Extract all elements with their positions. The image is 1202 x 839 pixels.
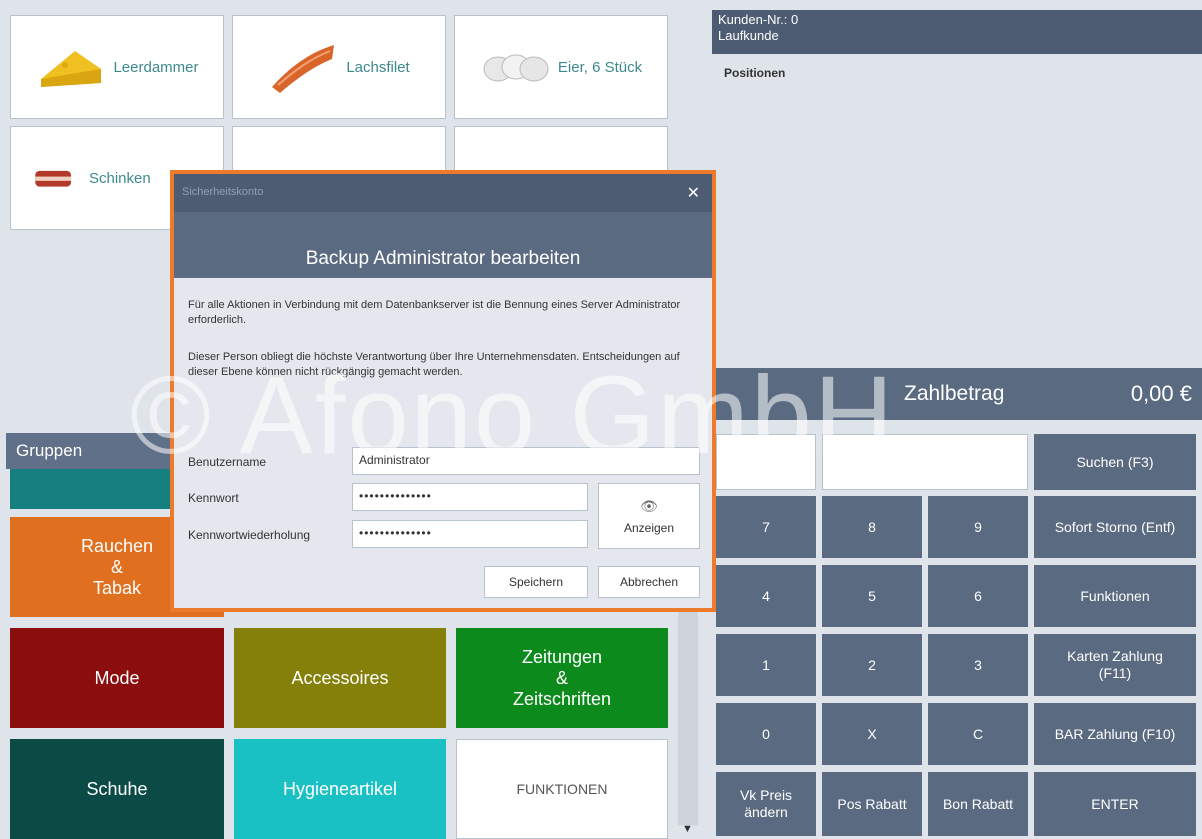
card-payment-button[interactable]: Karten Zahlung (F11) xyxy=(1034,634,1196,696)
key-3[interactable]: 3 xyxy=(928,634,1028,696)
key-x[interactable]: X xyxy=(822,703,922,765)
cash-payment-button[interactable]: BAR Zahlung (F10) xyxy=(1034,703,1196,765)
search-button[interactable]: Suchen (F3) xyxy=(1034,434,1196,490)
storno-button[interactable]: Sofort Storno (Entf) xyxy=(1034,496,1196,558)
show-password-button[interactable]: 👁 Anzeigen xyxy=(598,483,700,549)
product-tile-leerdammer[interactable]: Leerdammer xyxy=(10,15,224,119)
save-button[interactable]: Speichern xyxy=(484,566,588,598)
key-0[interactable]: 0 xyxy=(716,703,816,765)
cancel-button[interactable]: Abbrechen xyxy=(598,566,700,598)
key-5[interactable]: 5 xyxy=(822,565,922,627)
group-tile-funktionen[interactable]: FUNKTIONEN xyxy=(456,739,668,839)
pos-discount-button[interactable]: Pos Rabatt xyxy=(822,772,922,836)
cheese-icon xyxy=(41,51,102,87)
product-tile-lachsfilet[interactable]: Lachsfilet xyxy=(232,15,446,119)
group-tile-hygieneartikel[interactable]: Hygieneartikel xyxy=(234,739,446,839)
payment-amount: 0,00 € xyxy=(1130,381,1192,406)
dialog-heading: Backup Administrator bearbeiten xyxy=(174,212,712,278)
key-4[interactable]: 4 xyxy=(716,565,816,627)
password-repeat-label: Kennwortwiederholung xyxy=(188,528,311,542)
group-tile-schuhe[interactable]: Schuhe xyxy=(10,739,224,839)
key-9[interactable]: 9 xyxy=(928,496,1028,558)
eggs-icon xyxy=(483,54,549,82)
payment-label: Zahlbetrag xyxy=(904,382,1005,405)
show-password-label: Anzeigen xyxy=(623,520,675,535)
product-label: Lachsfilet xyxy=(346,58,410,76)
username-label: Benutzername xyxy=(188,455,267,469)
ham-icon xyxy=(35,170,71,187)
product-label: Eier, 6 Stück xyxy=(557,58,643,76)
enter-button[interactable]: ENTER xyxy=(1034,772,1196,836)
password-repeat-field[interactable]: •••••••••••••• xyxy=(352,520,588,548)
positions-title: Positionen xyxy=(724,66,786,80)
salmon-icon xyxy=(272,45,335,93)
positions-list[interactable]: Positionen xyxy=(712,56,1202,366)
key-7[interactable]: 7 xyxy=(716,496,816,558)
key-c[interactable]: C xyxy=(928,703,1028,765)
username-field[interactable]: Administrator xyxy=(352,447,700,475)
dialog-info-text-1: Für alle Aktionen in Verbindung mit dem … xyxy=(188,299,681,326)
dialog-info-text-2: Dieser Person obliegt die höchste Verant… xyxy=(188,351,680,378)
product-label: Leerdammer xyxy=(113,58,199,76)
key-1[interactable]: 1 xyxy=(716,634,816,696)
search-input[interactable] xyxy=(822,434,1028,490)
password-field[interactable]: •••••••••••••• xyxy=(352,483,588,511)
dialog-title: Sicherheitskonto xyxy=(182,186,264,198)
quantity-field[interactable] xyxy=(716,434,816,490)
customer-number: Kunden-Nr.: 0 xyxy=(718,12,799,27)
password-label: Kennwort xyxy=(188,491,239,505)
customer-header[interactable]: Kunden-Nr.: 0 Laufkunde xyxy=(712,10,1202,54)
customer-name: Laufkunde xyxy=(718,28,779,43)
scroll-down-icon[interactable]: ▼ xyxy=(682,823,693,835)
functions-button[interactable]: Funktionen xyxy=(1034,565,1196,627)
security-account-dialog: Sicherheitskonto ✕ Backup Administrator … xyxy=(170,170,716,612)
dialog-titlebar: Sicherheitskonto ✕ xyxy=(174,174,712,212)
key-2[interactable]: 2 xyxy=(822,634,922,696)
product-label: Schinken xyxy=(89,169,151,187)
bon-discount-button[interactable]: Bon Rabatt xyxy=(928,772,1028,836)
vk-price-button[interactable]: Vk Preis ändern xyxy=(716,772,816,836)
product-tile-eier[interactable]: Eier, 6 Stück xyxy=(454,15,668,119)
payment-bar: Zahlbetrag 0,00 € xyxy=(712,368,1202,420)
eye-icon: 👁 xyxy=(640,497,658,514)
group-tile-zeitungen[interactable]: Zeitungen & Zeitschriften xyxy=(456,628,668,728)
close-icon[interactable]: ✕ xyxy=(687,183,700,203)
key-6[interactable]: 6 xyxy=(928,565,1028,627)
key-8[interactable]: 8 xyxy=(822,496,922,558)
group-tile-mode[interactable]: Mode xyxy=(10,628,224,728)
group-tile-accessoires[interactable]: Accessoires xyxy=(234,628,446,728)
